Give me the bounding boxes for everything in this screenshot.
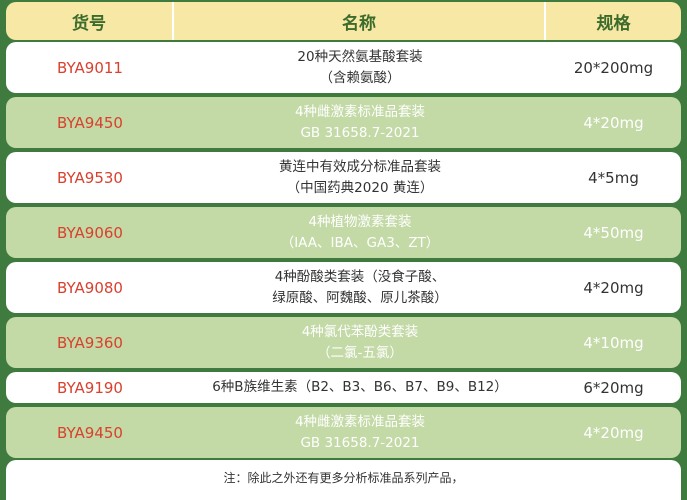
product-spec: 6*20mg	[583, 378, 644, 397]
header-name: 名称	[174, 2, 546, 40]
header-spec: 规格	[596, 13, 631, 34]
product-name-line1: 4种酚酸类套装（没食子酸、	[274, 268, 446, 285]
product-name-line2: GB 31658.7-2021	[300, 124, 420, 141]
product-name-line2: （IAA、IBA、GA3、ZT）	[280, 234, 440, 251]
product-code: BYA9080	[57, 278, 123, 297]
table-row: BYA9060 4种植物激素套装 （IAA、IBA、GA3、ZT） 4*50mg	[6, 207, 681, 258]
table-header: 货号 名称 规格	[6, 2, 681, 40]
product-spec: 4*5mg	[588, 168, 639, 187]
table-row: BYA9360 4种氯代苯酚类套装 （二氯-五氯） 4*10mg	[6, 317, 681, 368]
product-name: 4种酚酸类套装（没食子酸、 绿原酸、阿魏酸、原儿茶酸）	[174, 262, 546, 313]
product-table: BYA9011 20种天然氨基酸套装 （含赖氨酸） 20*200mg BYA94…	[6, 42, 681, 462]
product-spec: 4*10mg	[583, 333, 644, 352]
product-code: BYA9530	[57, 168, 123, 187]
product-name: 4种雌激素标准品套装 GB 31658.7-2021	[174, 407, 546, 458]
product-name-line2: GB 31658.7-2021	[300, 434, 420, 451]
product-name-line1: 黄连中有效成分标准品套装	[279, 158, 441, 175]
table-row: BYA9530 黄连中有效成分标准品套装 （中国药典2020 黄连） 4*5mg	[6, 152, 681, 203]
table-row: BYA9011 20种天然氨基酸套装 （含赖氨酸） 20*200mg	[6, 42, 681, 93]
product-name: 4种雌激素标准品套装 GB 31658.7-2021	[174, 97, 546, 148]
product-spec: 20*200mg	[573, 58, 654, 77]
product-code: BYA9450	[57, 113, 123, 132]
product-name: 4种氯代苯酚类套装 （二氯-五氯）	[174, 317, 546, 368]
product-name: 20种天然氨基酸套装 （含赖氨酸）	[174, 42, 546, 93]
product-code: BYA9011	[57, 58, 123, 77]
footnote: 注：除此之外还有更多分析标准品系列产品，	[6, 460, 681, 500]
table-row: BYA9190 6种B族维生素（B2、B3、B6、B7、B9、B12） 6*20…	[6, 372, 681, 403]
product-name-line1: 4种雌激素标准品套装	[294, 413, 426, 430]
product-name-line2: 绿原酸、阿魏酸、原儿茶酸）	[272, 289, 448, 306]
table-row: BYA9450 4种雌激素标准品套装 GB 31658.7-2021 4*20m…	[6, 97, 681, 148]
product-spec: 4*50mg	[583, 223, 644, 242]
product-code: BYA9450	[57, 423, 123, 442]
product-name-line2: （含赖氨酸）	[319, 69, 401, 86]
product-name-line2: （中国药典2020 黄连）	[286, 179, 434, 196]
product-name-line2: （二氯-五氯）	[317, 344, 403, 361]
product-name-line1: 4种氯代苯酚类套装	[301, 323, 419, 340]
product-code: BYA9190	[57, 378, 123, 397]
product-code: BYA9360	[57, 333, 123, 352]
header-code: 货号	[6, 2, 174, 40]
table-row: BYA9450 4种雌激素标准品套装 GB 31658.7-2021 4*20m…	[6, 407, 681, 458]
product-name: 4种植物激素套装 （IAA、IBA、GA3、ZT）	[174, 207, 546, 258]
product-code: BYA9060	[57, 223, 123, 242]
product-name-line1: 4种植物激素套装	[308, 213, 412, 230]
table-row: BYA9080 4种酚酸类套装（没食子酸、 绿原酸、阿魏酸、原儿茶酸） 4*20…	[6, 262, 681, 313]
product-name-line1: 20种天然氨基酸套装	[297, 48, 423, 65]
product-name: 6种B族维生素（B2、B3、B6、B7、B9、B12）	[174, 372, 546, 403]
product-spec: 4*20mg	[583, 423, 644, 442]
product-name: 黄连中有效成分标准品套装 （中国药典2020 黄连）	[174, 152, 546, 203]
product-spec: 4*20mg	[583, 278, 644, 297]
product-name-line1: 6种B族维生素（B2、B3、B6、B7、B9、B12）	[212, 379, 508, 395]
product-spec: 4*20mg	[583, 113, 644, 132]
product-name-line1: 4种雌激素标准品套装	[294, 103, 426, 120]
